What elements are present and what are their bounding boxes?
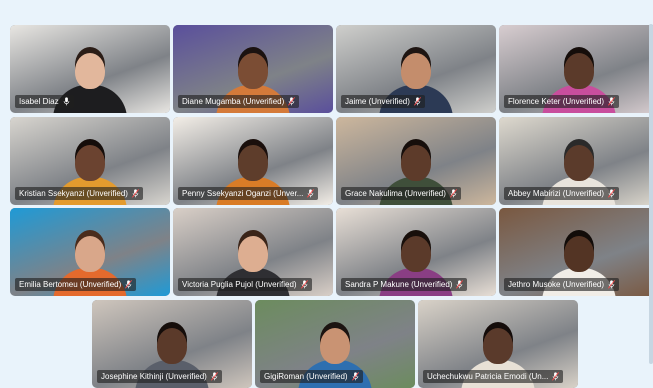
participant-name-bar: Uchechukwu Patricia Emodi (Un...	[423, 370, 564, 383]
participant-head	[157, 328, 187, 364]
participant-name: Emilia Bertomeu (Unverified)	[19, 280, 122, 289]
participant-tile[interactable]: Jaime (Unverified)	[336, 25, 496, 113]
participant-name-bar: Kristian Ssekyanzi (Unverified)	[15, 187, 143, 200]
participant-name-bar: Victoria Puglia Pujol (Unverified)	[178, 278, 312, 291]
participant-name: GigiRoman (Unverified)	[264, 372, 348, 381]
participant-name-bar: Emilia Bertomeu (Unverified)	[15, 278, 137, 291]
participant-name: Josephine Kithinji (Unverified)	[101, 372, 207, 381]
participant-name-bar: Penny Ssekyanzi Oganzi (Unver...	[178, 187, 319, 200]
muted-mic-icon	[131, 189, 139, 198]
muted-mic-icon	[552, 372, 560, 381]
participant-head	[483, 328, 513, 364]
participant-tile[interactable]: Josephine Kithinji (Unverified)	[92, 300, 252, 388]
participant-name: Penny Ssekyanzi Oganzi (Unver...	[182, 189, 304, 198]
muted-mic-icon	[608, 189, 615, 198]
participant-name-bar: Josephine Kithinji (Unverified)	[97, 370, 222, 383]
participant-head	[320, 328, 350, 364]
participant-name: Grace Nakulima (Unverified)	[345, 189, 446, 198]
participant-tile[interactable]: Jethro Musoke (Unverified)	[499, 208, 653, 296]
muted-mic-icon	[210, 372, 218, 381]
muted-mic-icon	[449, 189, 457, 198]
muted-mic-icon	[608, 280, 615, 289]
participant-name-bar: Jaime (Unverified)	[341, 95, 425, 108]
participant-name: Kristian Ssekyanzi (Unverified)	[19, 189, 128, 198]
participant-head	[564, 53, 594, 89]
participant-name-bar: Abbey Mabirizi (Unverified)	[504, 187, 620, 200]
participant-name-bar: GigiRoman (Unverified)	[260, 370, 363, 383]
participant-head	[401, 145, 431, 181]
muted-mic-icon	[300, 280, 308, 289]
participant-head	[238, 236, 268, 272]
participant-head	[75, 145, 105, 181]
muted-mic-icon	[351, 372, 359, 381]
participant-tile[interactable]: Penny Ssekyanzi Oganzi (Unver...	[173, 117, 333, 205]
participant-name-bar: Sandra P Makune (Unverified)	[341, 278, 468, 291]
muted-mic-icon	[307, 189, 315, 198]
participant-head	[401, 236, 431, 272]
video-gallery: Isabel Diaz Diane Mugamba (Unverified) J…	[0, 0, 653, 388]
mic-icon	[63, 97, 69, 106]
muted-mic-icon	[456, 280, 464, 289]
participant-tile[interactable]: Uchechukwu Patricia Emodi (Un...	[418, 300, 578, 388]
participant-tile[interactable]: Emilia Bertomeu (Unverified)	[10, 208, 170, 296]
participant-name: Diane Mugamba (Unverified)	[182, 97, 285, 106]
participant-tile[interactable]: Isabel Diaz	[10, 25, 170, 113]
participant-tile[interactable]: Kristian Ssekyanzi (Unverified)	[10, 117, 170, 205]
participant-head	[238, 53, 268, 89]
participant-name-bar: Jethro Musoke (Unverified)	[504, 278, 620, 291]
participant-name-bar: Isabel Diaz	[15, 95, 74, 108]
gallery-scrollbar[interactable]	[649, 24, 653, 364]
participant-tile[interactable]: Sandra P Makune (Unverified)	[336, 208, 496, 296]
participant-head	[564, 236, 594, 272]
participant-name: Isabel Diaz	[19, 97, 59, 106]
muted-mic-icon	[608, 97, 615, 106]
participant-name-bar: Grace Nakulima (Unverified)	[341, 187, 461, 200]
participant-tile[interactable]: Victoria Puglia Pujol (Unverified)	[173, 208, 333, 296]
participant-name: Florence Keter (Unverified)	[508, 97, 605, 106]
participant-name-bar: Florence Keter (Unverified)	[504, 95, 620, 108]
muted-mic-icon	[413, 97, 421, 106]
participant-name: Uchechukwu Patricia Emodi (Un...	[427, 372, 549, 381]
participant-name: Jethro Musoke (Unverified)	[508, 280, 605, 289]
participant-name: Abbey Mabirizi (Unverified)	[508, 189, 605, 198]
muted-mic-icon	[125, 280, 133, 289]
participant-tile[interactable]: Abbey Mabirizi (Unverified)	[499, 117, 653, 205]
participant-tile[interactable]: Florence Keter (Unverified)	[499, 25, 653, 113]
participant-tile[interactable]: Grace Nakulima (Unverified)	[336, 117, 496, 205]
participant-tile[interactable]: Diane Mugamba (Unverified)	[173, 25, 333, 113]
participant-name: Jaime (Unverified)	[345, 97, 410, 106]
muted-mic-icon	[288, 97, 296, 106]
participant-name: Victoria Puglia Pujol (Unverified)	[182, 280, 297, 289]
participant-head	[564, 145, 594, 181]
participant-head	[75, 53, 105, 89]
participant-head	[75, 236, 105, 272]
participant-tile[interactable]: GigiRoman (Unverified)	[255, 300, 415, 388]
participant-name: Sandra P Makune (Unverified)	[345, 280, 453, 289]
participant-name-bar: Diane Mugamba (Unverified)	[178, 95, 300, 108]
participant-head	[238, 145, 268, 181]
participant-head	[401, 53, 431, 89]
